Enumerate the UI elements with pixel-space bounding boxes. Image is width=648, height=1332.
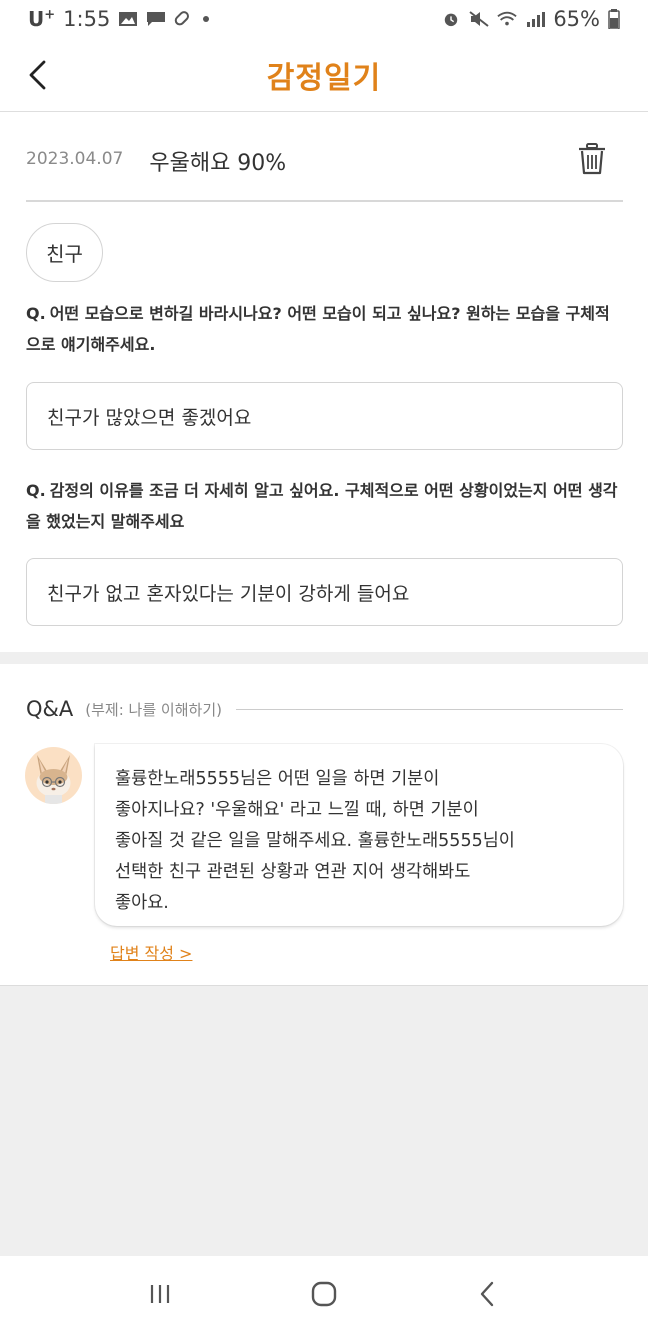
- qa-message-bubble: 훌륭한노래5555님은 어떤 일을 하면 기분이 좋아지나요? '우울해요' 라…: [95, 744, 623, 926]
- answer-2[interactable]: 친구가 없고 혼자있다는 기분이 강하게 들어요: [26, 558, 623, 626]
- mute-icon: [469, 11, 489, 27]
- message-icon: [147, 12, 166, 26]
- signal-icon: [527, 12, 546, 27]
- carrier-label: U+: [28, 7, 56, 31]
- tag-chip[interactable]: 친구: [26, 223, 103, 282]
- trash-icon[interactable]: [577, 142, 607, 176]
- system-nav-bar: [0, 1256, 648, 1332]
- entry-mood: 우울해요 90%: [149, 151, 287, 176]
- pill-icon: [175, 11, 190, 26]
- write-answer-link[interactable]: 답변 작성 >: [110, 940, 192, 964]
- answer-1[interactable]: 친구가 많았으면 좋겠어요: [26, 382, 623, 450]
- fox-avatar-icon: [25, 747, 82, 804]
- divider: [235, 708, 623, 710]
- diary-entry-card: 2023.04.07 우울해요 90% 친구 Q. 어떤 모습으로 변하길 바라시…: [0, 112, 648, 652]
- status-bar: U+ 1:55 65%: [0, 0, 648, 38]
- home-icon[interactable]: [309, 1279, 339, 1309]
- image-icon: [119, 12, 138, 26]
- qa-title: Q&A: [26, 697, 74, 721]
- qa-card: Q&A (부제: 나를 이해하기) 훌륭한노래5555님은 어떤 일을 하면 기…: [0, 664, 648, 986]
- qa-subtitle: (부제: 나를 이해하기): [85, 700, 222, 719]
- back-icon[interactable]: [473, 1279, 503, 1309]
- entry-header: 2023.04.07 우울해요 90%: [26, 138, 623, 202]
- battery-icon: [608, 9, 620, 29]
- page-title: 감정일기: [266, 60, 382, 96]
- wifi-icon: [497, 11, 517, 26]
- app-bar: 감정일기: [0, 38, 648, 112]
- battery-percent: 65%: [553, 7, 600, 31]
- question-2: Q. 감정의 이유를 조금 더 자세히 알고 싶어요. 구체적으로 어떤 상황이었…: [26, 481, 618, 531]
- alarm-icon: [445, 13, 458, 27]
- chevron-left-icon[interactable]: [22, 58, 56, 92]
- dot-icon: [203, 16, 210, 22]
- qa-header: Q&A (부제: 나를 이해하기): [26, 694, 623, 724]
- question-1: Q. 어떤 모습으로 변하길 바라시나요? 어떤 모습이 되고 싶나요? 원하는 …: [26, 304, 610, 354]
- entry-date: 2023.04.07: [26, 149, 124, 169]
- status-time: 1:55: [63, 7, 111, 31]
- recent-apps-icon[interactable]: [145, 1279, 175, 1309]
